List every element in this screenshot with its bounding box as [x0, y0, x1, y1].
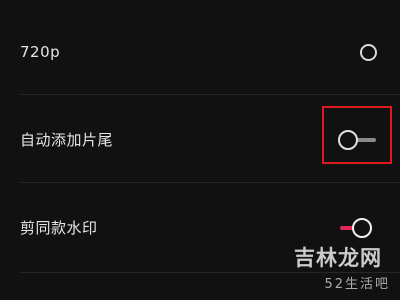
row-divider [20, 182, 400, 183]
settings-panel: 720p 自动添加片尾 剪同款水印 吉林龙网 52生活吧 [0, 0, 400, 300]
template-watermark-toggle[interactable] [334, 216, 374, 240]
watermark-sub-text: 52生活吧 [324, 277, 390, 292]
setting-row-720p[interactable]: 720p [0, 10, 400, 94]
watermark-logo-text: 吉林龙网 [294, 245, 382, 270]
highlight-box [322, 106, 392, 164]
setting-label-auto-ending: 自动添加片尾 [20, 131, 114, 149]
setting-label-720p: 720p [20, 43, 61, 61]
toggle-knob [352, 218, 372, 238]
site-watermark: 吉林龙网 52生活吧 [250, 242, 390, 292]
setting-label-template-watermark: 剪同款水印 [20, 219, 98, 237]
radio-720p[interactable] [360, 44, 377, 61]
row-divider [20, 94, 400, 95]
